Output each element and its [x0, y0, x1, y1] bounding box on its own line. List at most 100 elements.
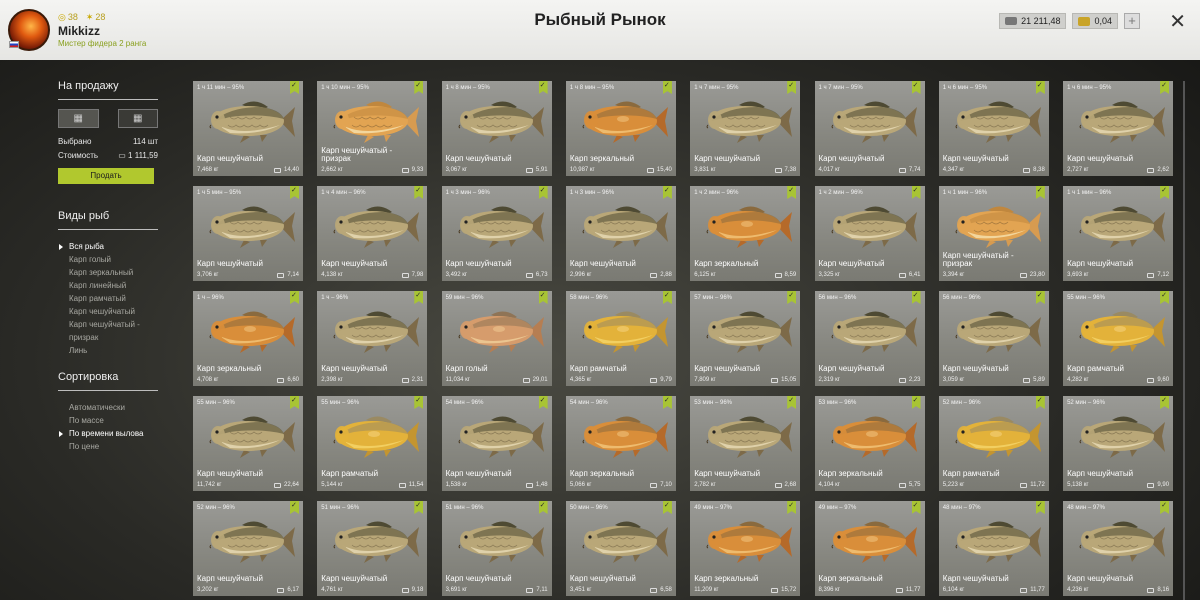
- add-gold-button[interactable]: +: [1124, 13, 1140, 29]
- fish-card[interactable]: 56 мин – 96% Карп чешуйчатый 3,059 кг 5,…: [938, 291, 1049, 386]
- selected-check-icon[interactable]: [911, 501, 921, 514]
- selected-check-icon[interactable]: [1035, 291, 1045, 304]
- close-icon[interactable]: ✕: [1169, 12, 1186, 32]
- selected-check-icon[interactable]: [1035, 396, 1045, 409]
- fish-card[interactable]: 1 ч – 96% Карп чешуйчатый 2,398 кг 2,31: [317, 291, 428, 386]
- selected-check-icon[interactable]: [414, 186, 424, 199]
- selected-check-icon[interactable]: [538, 501, 548, 514]
- selected-check-icon[interactable]: [538, 186, 548, 199]
- fish-card[interactable]: 53 мин – 96% Карп чешуйчатый 2,782 кг 2,…: [690, 396, 801, 491]
- fish-card[interactable]: 1 ч – 96% Карп зеркальный 4,708 кг 6,60: [193, 291, 303, 386]
- fish-card[interactable]: 55 мин – 96% Карп чешуйчатый 11,742 кг 2…: [193, 396, 303, 491]
- selected-check-icon[interactable]: [1160, 396, 1170, 409]
- fish-card[interactable]: 1 ч 1 мин – 96% Карп чешуйчатый 3,693 кг…: [1063, 186, 1174, 281]
- fish-card[interactable]: 1 ч 2 мин – 96% Карп чешуйчатый 3,325 кг…: [814, 186, 925, 281]
- scrollbar[interactable]: [1183, 81, 1185, 600]
- selected-check-icon[interactable]: [414, 291, 424, 304]
- selected-check-icon[interactable]: [414, 396, 424, 409]
- fish-card[interactable]: 1 ч 6 мин – 95% Карп чешуйчатый 2,727 кг…: [1063, 81, 1174, 176]
- fish-price: 2,68: [774, 482, 796, 488]
- sort-option-item[interactable]: По массе: [58, 414, 158, 427]
- fish-card[interactable]: 1 ч 7 мин – 95% Карп чешуйчатый 4,017 кг…: [814, 81, 925, 176]
- selected-check-icon[interactable]: [911, 291, 921, 304]
- sort-option-item[interactable]: Автоматически: [58, 401, 158, 414]
- selected-check-icon[interactable]: [787, 186, 797, 199]
- selected-check-icon[interactable]: [1160, 291, 1170, 304]
- selected-check-icon[interactable]: [538, 81, 548, 94]
- coin-icon: [650, 482, 658, 488]
- fish-card[interactable]: 52 мин – 96% Карп рамчатый 5,223 кг 11,7…: [938, 396, 1049, 491]
- selected-check-icon[interactable]: [1160, 186, 1170, 199]
- fish-card[interactable]: 52 мин – 96% Карп чешуйчатый 5,138 кг 9,…: [1063, 396, 1174, 491]
- fish-card[interactable]: 1 ч 1 мин – 96% Карп чешуйчатый - призра…: [938, 186, 1049, 281]
- species-filter-item[interactable]: Карп чешуйчатый - призрак: [58, 318, 158, 344]
- selected-check-icon[interactable]: [538, 396, 548, 409]
- fish-card[interactable]: 54 мин – 96% Карп зеркальный 5,066 кг 7,…: [565, 396, 676, 491]
- selected-check-icon[interactable]: [787, 81, 797, 94]
- fish-card[interactable]: 57 мин – 96% Карп чешуйчатый 7,809 кг 15…: [690, 291, 801, 386]
- selected-check-icon[interactable]: [1035, 186, 1045, 199]
- list-view-button[interactable]: ▦: [117, 109, 158, 128]
- fish-card[interactable]: 55 мин – 96% Карп рамчатый 4,282 кг 9,60: [1063, 291, 1174, 386]
- fish-card[interactable]: 1 ч 11 мин – 95% Карп чешуйчатый 7,468 к…: [193, 81, 303, 176]
- species-filter-item[interactable]: Карп зеркальный: [58, 266, 158, 279]
- grid-view-button[interactable]: ▦: [58, 109, 99, 128]
- species-filter-item[interactable]: Линь: [58, 344, 158, 357]
- selected-check-icon[interactable]: [787, 501, 797, 514]
- fish-card[interactable]: 51 мин – 96% Карп чешуйчатый 4,761 кг 9,…: [317, 501, 428, 596]
- species-filter-item[interactable]: Вся рыба: [58, 240, 158, 253]
- selected-check-icon[interactable]: [662, 501, 672, 514]
- selected-check-icon[interactable]: [1035, 501, 1045, 514]
- fish-card[interactable]: 1 ч 3 мин – 96% Карп чешуйчатый 3,492 кг…: [441, 186, 552, 281]
- fish-card[interactable]: 51 мин – 96% Карп чешуйчатый 3,691 кг 7,…: [441, 501, 552, 596]
- selected-check-icon[interactable]: [911, 81, 921, 94]
- selected-check-icon[interactable]: [662, 81, 672, 94]
- fish-card[interactable]: 58 мин – 96% Карп рамчатый 4,365 кг 9,79: [565, 291, 676, 386]
- fish-card[interactable]: 50 мин – 96% Карп чешуйчатый 3,451 кг 6,…: [565, 501, 676, 596]
- fish-card[interactable]: 49 мин – 97% Карп зеркальный 11,209 кг 1…: [690, 501, 801, 596]
- fish-card[interactable]: 1 ч 7 мин – 95% Карп чешуйчатый 3,831 кг…: [690, 81, 801, 176]
- fish-card[interactable]: 52 мин – 96% Карп чешуйчатый 3,202 кг 6,…: [193, 501, 303, 596]
- fish-card[interactable]: 1 ч 8 мин – 95% Карп зеркальный 10,987 к…: [565, 81, 676, 176]
- fish-card[interactable]: 48 мин – 97% Карп чешуйчатый 6,104 кг 11…: [938, 501, 1049, 596]
- species-filter-item[interactable]: Карп голый: [58, 253, 158, 266]
- selected-check-icon[interactable]: [1160, 81, 1170, 94]
- fish-card[interactable]: 1 ч 2 мин – 96% Карп зеркальный 6,125 кг…: [690, 186, 801, 281]
- selected-check-icon[interactable]: [787, 291, 797, 304]
- selected-check-icon[interactable]: [1035, 81, 1045, 94]
- selected-check-icon[interactable]: [290, 501, 299, 514]
- fish-card[interactable]: 1 ч 4 мин – 96% Карп чешуйчатый 4,138 кг…: [317, 186, 428, 281]
- fish-card[interactable]: 1 ч 8 мин – 95% Карп чешуйчатый 3,067 кг…: [441, 81, 552, 176]
- fish-card[interactable]: 54 мин – 96% Карп чешуйчатый 1,538 кг 1,…: [441, 396, 552, 491]
- selected-check-icon[interactable]: [538, 291, 548, 304]
- sort-option-item[interactable]: По времени вылова: [58, 427, 158, 440]
- species-filter-item[interactable]: Карп рамчатый: [58, 292, 158, 305]
- selected-check-icon[interactable]: [787, 396, 797, 409]
- fish-card[interactable]: 49 мин – 97% Карп зеркальный 8,396 кг 11…: [814, 501, 925, 596]
- selected-check-icon[interactable]: [1160, 501, 1170, 514]
- species-filter-item[interactable]: Карп линейный: [58, 279, 158, 292]
- fish-card[interactable]: 1 ч 5 мин – 95% Карп чешуйчатый 3,706 кг…: [193, 186, 303, 281]
- fish-card[interactable]: 55 мин – 96% Карп рамчатый 5,144 кг 11,5…: [317, 396, 428, 491]
- selected-check-icon[interactable]: [290, 396, 299, 409]
- selected-check-icon[interactable]: [662, 291, 672, 304]
- fish-card[interactable]: 48 мин – 97% Карп чешуйчатый 4,236 кг 8,…: [1063, 501, 1174, 596]
- fish-card[interactable]: 53 мин – 96% Карп зеркальный 4,104 кг 5,…: [814, 396, 925, 491]
- selected-check-icon[interactable]: [290, 291, 299, 304]
- fish-card[interactable]: 1 ч 6 мин – 95% Карп чешуйчатый 4,347 кг…: [938, 81, 1049, 176]
- species-filter-item[interactable]: Карп чешуйчатый: [58, 305, 158, 318]
- fish-card[interactable]: 59 мин – 96% Карп голый 11,034 кг 29,01: [441, 291, 552, 386]
- selected-check-icon[interactable]: [662, 186, 672, 199]
- sort-option-item[interactable]: По цене: [58, 440, 158, 453]
- selected-check-icon[interactable]: [290, 186, 299, 199]
- fish-card[interactable]: 1 ч 10 мин – 95% Карп чешуйчатый - призр…: [317, 81, 428, 176]
- sell-button[interactable]: Продать: [58, 168, 154, 184]
- selected-check-icon[interactable]: [662, 396, 672, 409]
- selected-check-icon[interactable]: [911, 396, 921, 409]
- fish-card[interactable]: 1 ч 3 мин – 96% Карп чешуйчатый 2,996 кг…: [565, 186, 676, 281]
- selected-check-icon[interactable]: [414, 81, 424, 94]
- fish-card[interactable]: 56 мин – 96% Карп чешуйчатый 2,319 кг 2,…: [814, 291, 925, 386]
- selected-check-icon[interactable]: [414, 501, 424, 514]
- selected-check-icon[interactable]: [911, 186, 921, 199]
- selected-check-icon[interactable]: [290, 81, 299, 94]
